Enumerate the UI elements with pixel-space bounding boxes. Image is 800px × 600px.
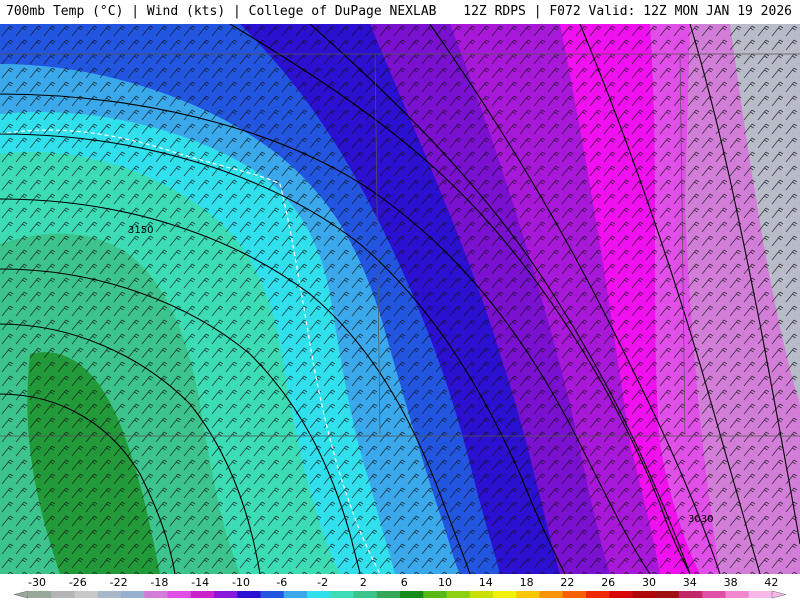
colorbar-tick-label: 38	[724, 576, 738, 589]
colorbar-tick-label: -6	[276, 576, 287, 589]
colorbar-swatch	[539, 591, 564, 598]
colorbar-swatch	[493, 591, 517, 598]
colorbar-swatch	[725, 591, 750, 598]
colorbar-tick-label: 2	[360, 576, 367, 589]
colorbar-tick-label: -22	[110, 576, 128, 589]
colorbar-swatch	[679, 591, 703, 598]
colorbar-tick-label: 42	[764, 576, 778, 589]
map-header: 700mb Temp (°C) | Wind (kts) | College o…	[0, 0, 800, 24]
colorbar-swatch	[190, 591, 215, 598]
colorbar-swatch	[144, 591, 168, 598]
height-label: 3030	[688, 514, 713, 525]
colorbar-swatch	[51, 591, 75, 598]
colorbar-tick-label: 30	[642, 576, 656, 589]
colorbar-swatch	[702, 591, 726, 598]
colorbar-tick-label: 22	[560, 576, 574, 589]
colorbar-swatch	[353, 591, 378, 598]
colorbar-tick-label: 18	[520, 576, 534, 589]
colorbar-swatch	[28, 591, 52, 598]
colorbar-max-arrow	[771, 590, 787, 599]
colorbar-tick-label: 26	[601, 576, 615, 589]
weather-map: 3150 3030	[0, 24, 800, 574]
colorbar-swatch	[237, 591, 261, 598]
colorbar-min-arrow	[13, 590, 29, 599]
colorbar-swatch	[423, 591, 447, 598]
colorbar-swatch	[74, 591, 99, 598]
colorbar-tick-label: 14	[479, 576, 493, 589]
colorbar-swatch	[307, 591, 331, 598]
colorbar-swatch	[562, 591, 587, 598]
product-title: 700mb Temp (°C) | Wind (kts) | College o…	[6, 4, 437, 19]
colorbar-tick-label: 6	[401, 576, 408, 589]
colorbar-tick-label: -18	[150, 576, 168, 589]
colorbar-swatch	[330, 591, 354, 598]
colorbar-tick-label: -26	[69, 576, 87, 589]
colorbar-swatch	[748, 591, 773, 598]
colorbar-swatch	[609, 591, 633, 598]
colorbar-tick-label: -14	[191, 576, 209, 589]
colorbar-swatch	[516, 591, 540, 598]
colorbar-swatch	[167, 591, 192, 598]
colorbar-swatch	[655, 591, 680, 598]
colorbar-tick-label: -30	[28, 576, 46, 589]
colorbar-swatch	[400, 591, 424, 598]
colorbar-swatch	[586, 591, 610, 598]
height-label: 3150	[128, 225, 153, 236]
colorbar-swatch	[121, 591, 145, 598]
colorbar-swatch	[97, 591, 122, 598]
colorbar-swatch	[214, 591, 238, 598]
colorbar-tick-label: 34	[683, 576, 697, 589]
colorbar-tick-label: 10	[438, 576, 452, 589]
model-valid-time: 12Z RDPS | F072 Valid: 12Z MON JAN 19 20…	[463, 4, 792, 19]
colorbar-swatch	[283, 591, 308, 598]
colorbar-tick-label: -10	[232, 576, 250, 589]
colorbar-swatch	[469, 591, 494, 598]
colorbar-swatch	[632, 591, 657, 598]
colorbar-swatch	[446, 591, 471, 598]
colorbar-swatch	[260, 591, 285, 598]
colorbar-swatch	[376, 591, 401, 598]
temperature-colorbar: -30 -26 -22 -18 -14 -10 -6 -2 2 6 10 14 18 22 26 30 34 38…	[0, 574, 800, 600]
colorbar-tick-label: -2	[317, 576, 328, 589]
